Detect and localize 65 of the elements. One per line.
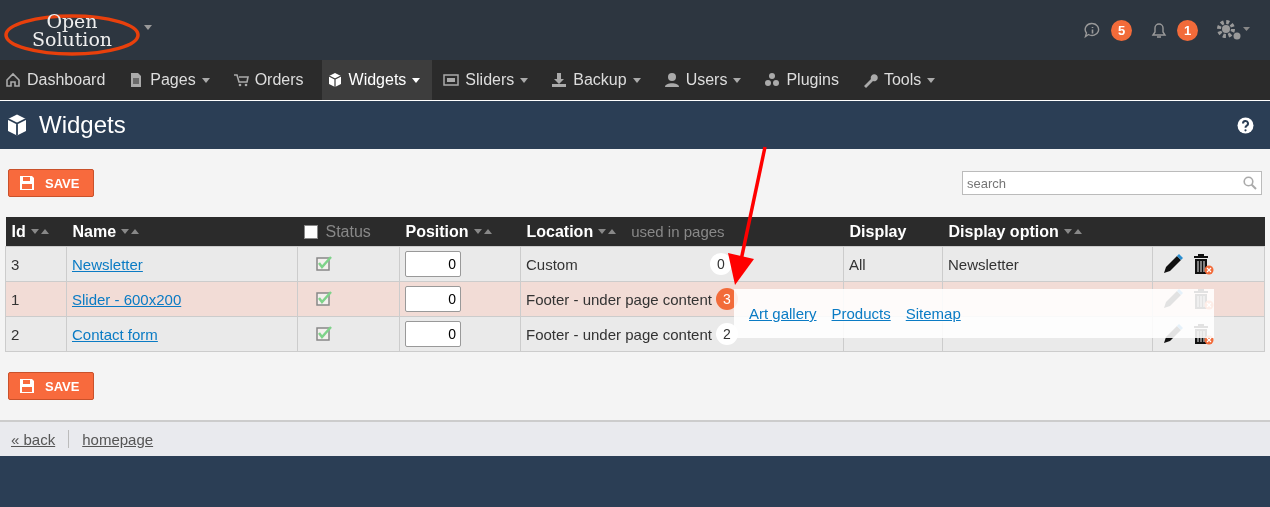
checkbox[interactable] xyxy=(316,289,333,306)
count-badge: 1 xyxy=(1177,19,1198,41)
footer-link[interactable]: « back xyxy=(11,430,56,448)
sort-icon[interactable] xyxy=(30,228,50,235)
cart-icon xyxy=(232,72,249,88)
cube-icon xyxy=(326,72,343,88)
nav-tab[interactable]: Users xyxy=(658,60,754,100)
nav-tab[interactable]: Pages xyxy=(123,60,222,100)
nav-tab[interactable]: Backup xyxy=(546,60,653,100)
table-cell: Footer - under page content xyxy=(526,290,712,308)
page-link[interactable]: Sitemap xyxy=(905,305,961,322)
position-field[interactable]: 0 xyxy=(405,251,461,277)
column-header: Location xyxy=(526,222,594,241)
search-field[interactable]: search xyxy=(962,171,1262,195)
position-field[interactable]: 0 xyxy=(405,321,461,347)
user-icon xyxy=(663,72,680,88)
sort-icon[interactable] xyxy=(1063,228,1083,235)
column-header: Display option xyxy=(948,222,1059,241)
checkbox[interactable] xyxy=(316,254,333,271)
position-field[interactable]: 0 xyxy=(405,286,461,312)
table-cell-text: Custom xyxy=(526,255,579,273)
count-badge: 5 xyxy=(1111,19,1132,41)
page-title: Widgets xyxy=(39,111,126,139)
column-header: Id xyxy=(11,222,26,241)
table-cell: 2 xyxy=(11,325,20,343)
search-icon xyxy=(1243,176,1257,190)
page-link[interactable]: Products xyxy=(831,305,891,322)
column-header: Position xyxy=(405,222,469,241)
nav-tab[interactable]: Widgets xyxy=(321,60,433,100)
nav-tab[interactable]: Dashboard xyxy=(0,60,118,100)
widget-link[interactable]: Contact form xyxy=(72,325,158,343)
download-icon xyxy=(551,72,568,88)
sort-icon[interactable] xyxy=(598,228,618,235)
speech-bubble-icon[interactable] xyxy=(1084,21,1101,39)
table-cell: 1 xyxy=(11,290,20,308)
bell-icon[interactable] xyxy=(1150,21,1167,39)
table-cell: 3 xyxy=(11,255,20,273)
edit-icon[interactable] xyxy=(1162,253,1184,275)
sort-icon[interactable] xyxy=(473,228,493,235)
footer-link[interactable]: homepage xyxy=(82,430,154,448)
help-icon[interactable] xyxy=(1237,116,1254,134)
sort-icon[interactable] xyxy=(121,228,141,235)
home-icon xyxy=(5,72,21,88)
column-hint: used in pages xyxy=(631,223,725,240)
checkbox[interactable] xyxy=(303,224,318,239)
table-cell: Footer - under page content xyxy=(526,325,712,343)
nav-tab[interactable]: Tools xyxy=(856,60,948,100)
cube-icon xyxy=(5,113,29,137)
plugins-icon xyxy=(764,72,781,88)
count-badge[interactable]: 2 xyxy=(715,323,738,345)
slides-icon xyxy=(443,72,460,88)
column-header: Name xyxy=(72,222,117,241)
nav-tab[interactable]: Sliders xyxy=(438,60,541,100)
page-link[interactable]: Art gallery xyxy=(749,305,817,322)
count-badge[interactable]: 0 xyxy=(710,253,732,275)
table-cell: All xyxy=(849,255,866,273)
widget-link[interactable]: Newsletter xyxy=(72,255,143,273)
nav-tab[interactable]: Orders xyxy=(227,60,316,100)
caret-icon xyxy=(144,25,152,30)
nav-tab[interactable]: Plugins xyxy=(759,60,851,100)
column-header: Status xyxy=(325,222,371,241)
table-cell: Newsletter xyxy=(948,255,1019,273)
checkbox[interactable] xyxy=(316,324,333,341)
delete-icon[interactable] xyxy=(1192,253,1214,275)
column-header: Display xyxy=(849,222,907,240)
